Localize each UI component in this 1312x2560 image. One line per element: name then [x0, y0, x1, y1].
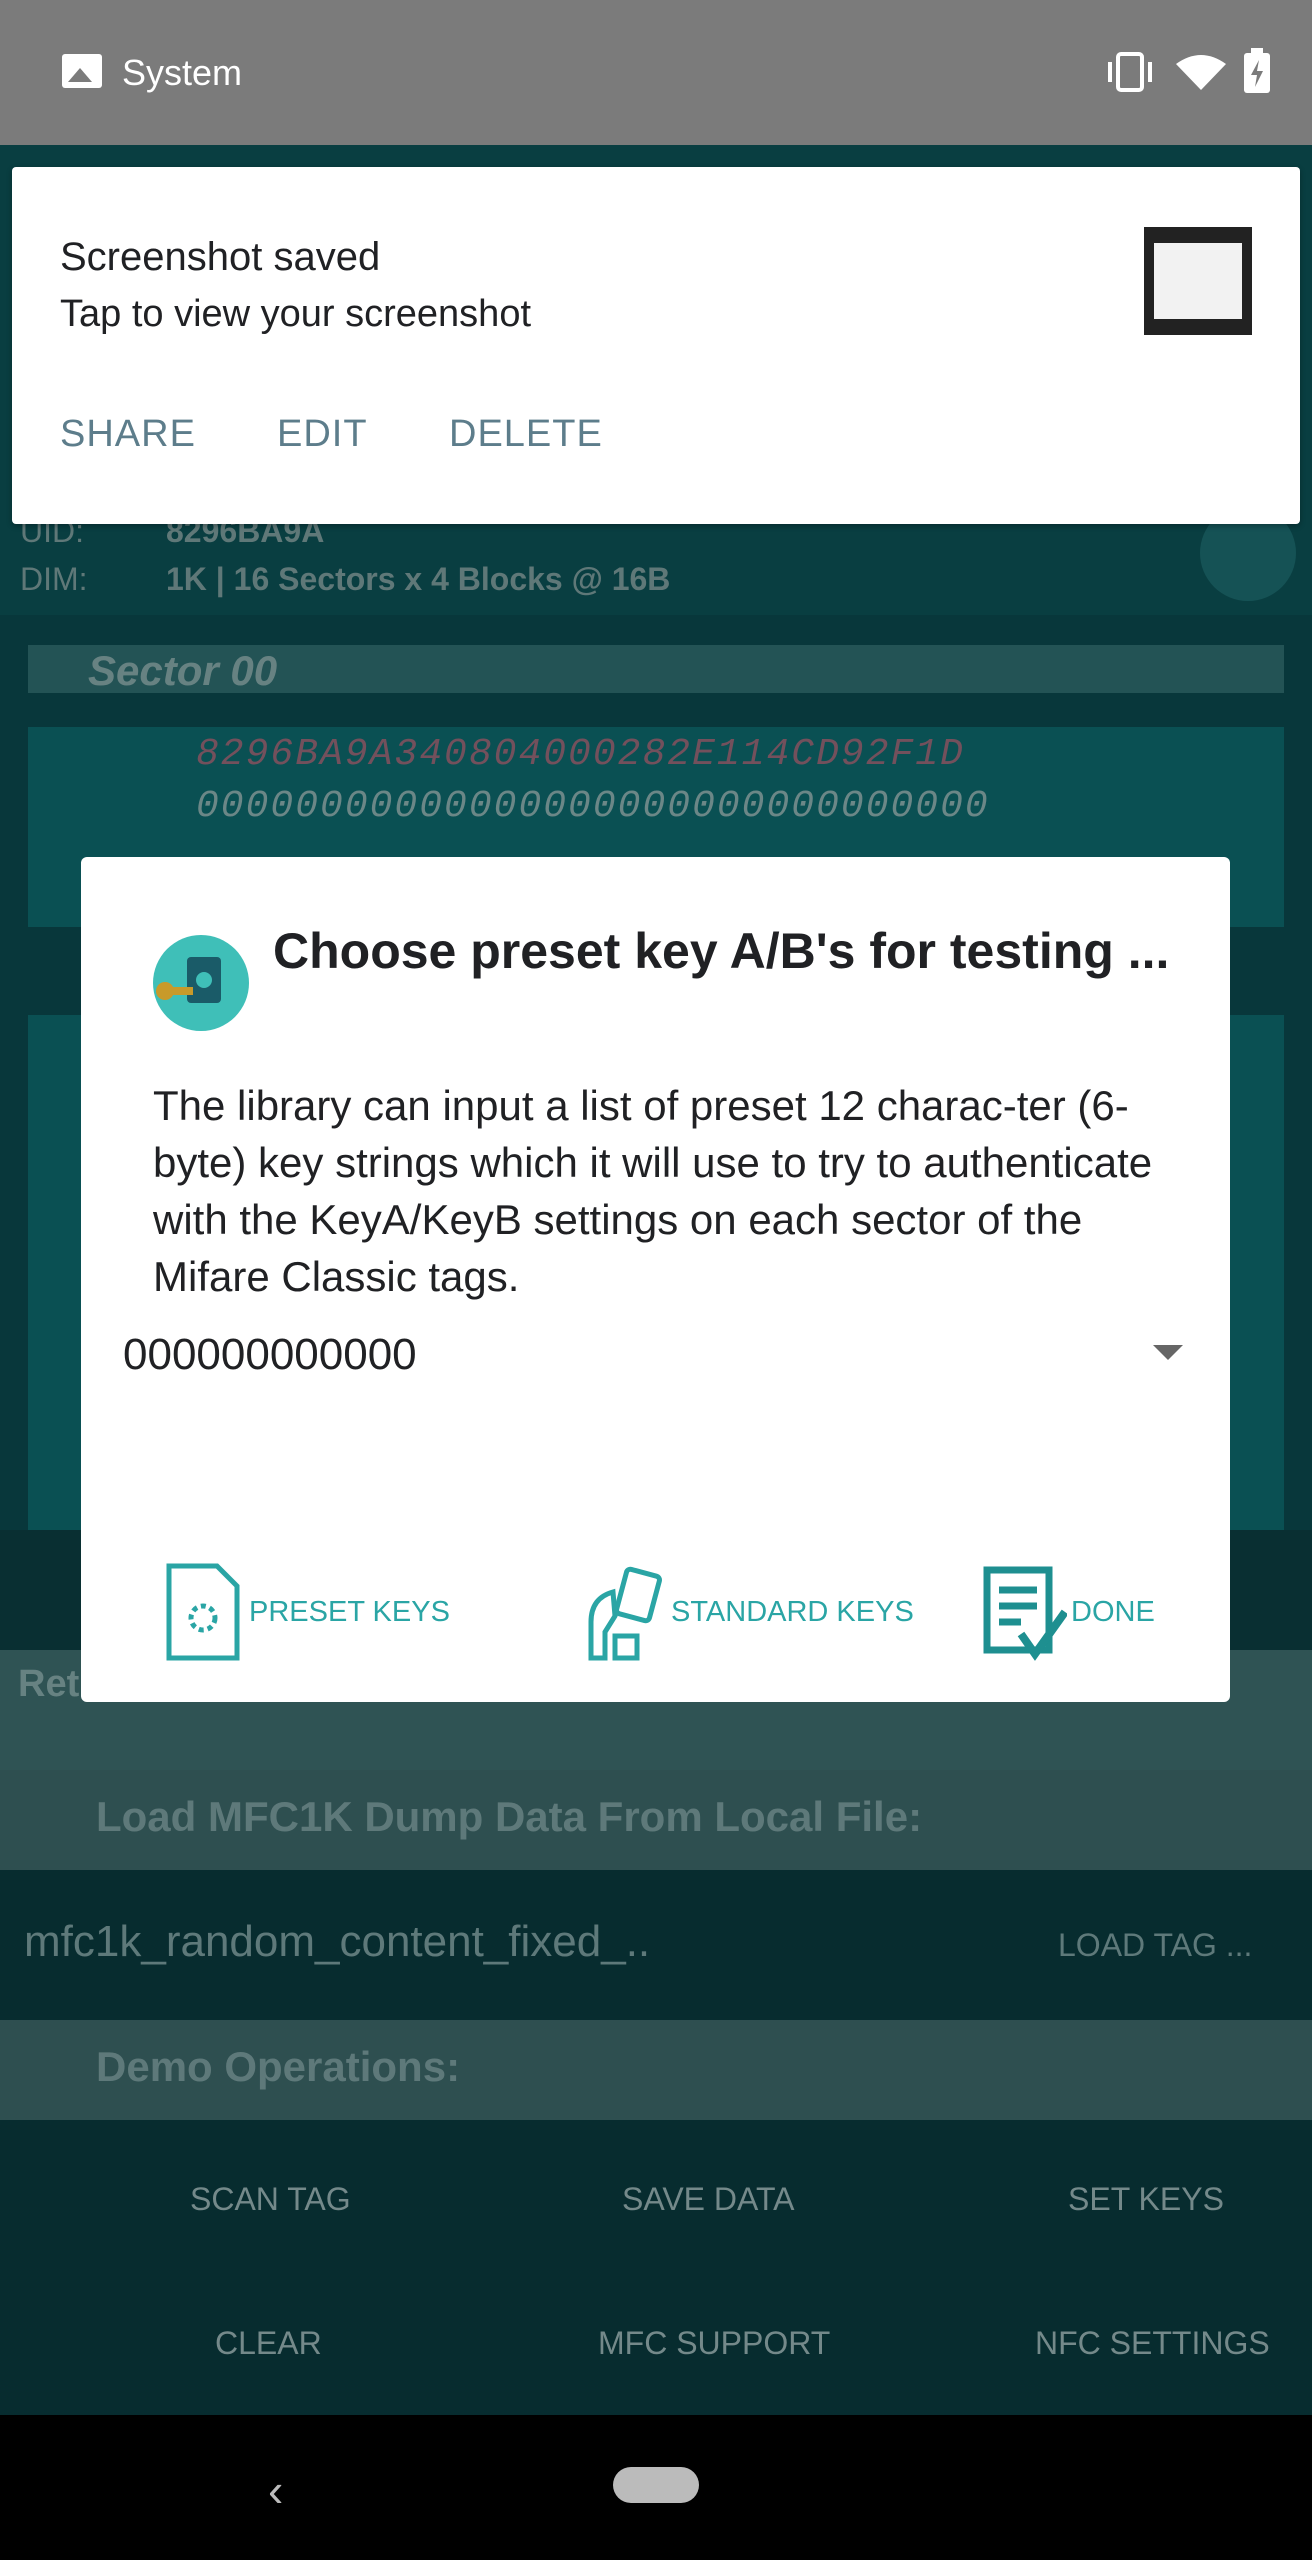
preset-keys-label: PRESET KEYS: [249, 1595, 450, 1628]
chevron-down-icon: [1153, 1345, 1183, 1360]
preset-keys-button[interactable]: PRESET KEYS: [159, 1557, 459, 1667]
home-icon[interactable]: [613, 2467, 699, 2503]
preset-key-value: 000000000000: [123, 1330, 417, 1379]
screenshot-thumbnail[interactable]: [1144, 227, 1252, 335]
notification-title: Screenshot saved: [60, 235, 381, 279]
standard-keys-icon: [588, 1566, 662, 1661]
standard-keys-label: STANDARD KEYS: [671, 1595, 914, 1628]
lock-key-icon: [153, 935, 249, 1031]
done-button[interactable]: DONE: [981, 1557, 1221, 1667]
preset-keys-icon: [166, 1563, 240, 1661]
share-button[interactable]: SHARE: [60, 413, 196, 456]
status-app-label: System: [122, 52, 243, 93]
back-icon[interactable]: ‹: [268, 2463, 283, 2517]
preset-keys-dialog: Choose preset key A/B's for testing ... …: [81, 857, 1230, 1702]
vibrate-icon: [1108, 52, 1152, 92]
preset-key-dropdown[interactable]: 000000000000: [123, 1315, 1183, 1395]
image-icon: [62, 54, 102, 88]
status-bar: System: [0, 0, 1312, 145]
done-icon: [983, 1566, 1067, 1661]
battery-icon: [1244, 48, 1270, 93]
screenshot-notification[interactable]: Screenshot saved Tap to view your screen…: [12, 167, 1300, 524]
done-label: DONE: [1071, 1595, 1155, 1628]
notification-text: Tap to view your screenshot: [60, 293, 532, 335]
delete-button[interactable]: DELETE: [449, 413, 603, 456]
edit-button[interactable]: EDIT: [277, 413, 368, 456]
dialog-title: Choose preset key A/B's for testing ...: [273, 923, 1170, 979]
dialog-body: The library can input a list of preset 1…: [153, 1082, 1153, 1300]
wifi-icon: [1176, 55, 1226, 90]
standard-keys-button[interactable]: STANDARD KEYS: [581, 1557, 941, 1667]
